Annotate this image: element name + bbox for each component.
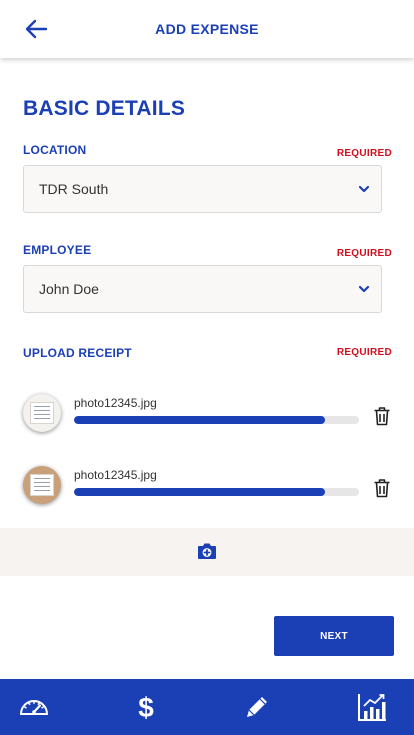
camera-plus-icon: [198, 543, 216, 559]
employee-required-badge: REQUIRED: [336, 248, 392, 259]
dashboard-gauge-icon[interactable]: [18, 691, 50, 723]
upload-item: photo12345.jpg: [23, 394, 393, 438]
location-label: LOCATION: [23, 143, 87, 157]
trash-icon[interactable]: [373, 406, 391, 426]
chevron-down-icon: [358, 285, 370, 293]
employee-value: John Doe: [39, 281, 99, 297]
app-header: ADD EXPENSE: [0, 0, 414, 58]
location-value: TDR South: [39, 181, 109, 197]
dollar-icon[interactable]: $: [130, 691, 162, 723]
upload-progress-bar: [74, 416, 359, 424]
chart-icon[interactable]: [356, 691, 388, 723]
receipt-thumbnail: [23, 394, 61, 432]
bottom-nav: $: [0, 679, 414, 735]
upload-item: photo12345.jpg: [23, 466, 393, 510]
upload-progress-bar: [74, 488, 359, 496]
section-title: BASIC DETAILS: [23, 97, 186, 120]
employee-label: EMPLOYEE: [23, 243, 92, 257]
upload-progress-fill: [74, 488, 325, 496]
upload-filename: photo12345.jpg: [74, 396, 157, 410]
employee-select[interactable]: John Doe: [23, 265, 382, 313]
upload-receipt-label: UPLOAD RECEIPT: [23, 346, 132, 360]
location-select[interactable]: TDR South: [23, 165, 382, 213]
svg-text:$: $: [138, 692, 154, 723]
receipt-thumbnail: [23, 466, 61, 504]
trash-icon[interactable]: [373, 478, 391, 498]
page-title: ADD EXPENSE: [155, 21, 259, 37]
chevron-down-icon: [358, 185, 370, 193]
next-button[interactable]: NEXT: [274, 616, 394, 656]
upload-required-badge: REQUIRED: [336, 347, 392, 358]
upload-filename: photo12345.jpg: [74, 468, 157, 482]
pencil-icon[interactable]: [241, 691, 273, 723]
location-required-badge: REQUIRED: [336, 148, 392, 159]
add-photo-button[interactable]: [0, 528, 414, 576]
upload-progress-fill: [74, 416, 325, 424]
